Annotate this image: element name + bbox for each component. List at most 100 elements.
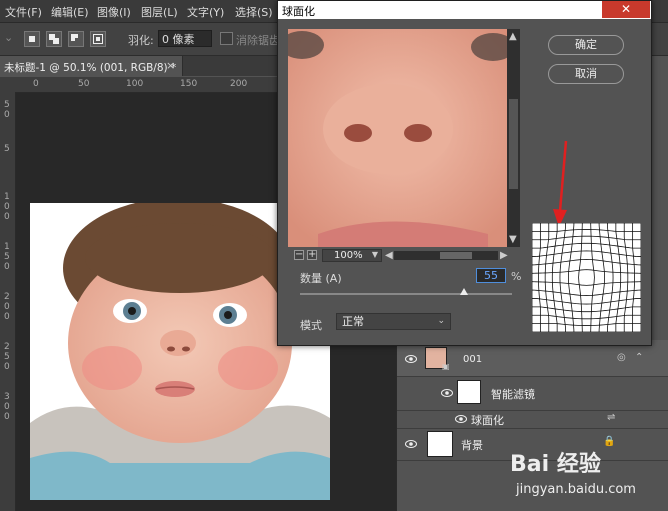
menu-edit[interactable]: 编辑(E) — [51, 4, 89, 20]
grid-line — [607, 223, 614, 332]
dialog-close-button[interactable]: ✕ — [602, 1, 650, 18]
filter-preview[interactable] — [288, 29, 508, 247]
smart-filter-icon: ◎ — [617, 352, 626, 363]
add-selection-button[interactable] — [46, 31, 62, 47]
scrollbar-thumb[interactable] — [440, 252, 472, 259]
layer-name: 背景 — [461, 439, 483, 452]
ruler-tick: 0 — [4, 212, 10, 222]
scroll-right-icon[interactable]: ▶ — [500, 250, 508, 261]
scroll-up-icon[interactable]: ▲ — [509, 31, 517, 42]
menu-image[interactable]: 图像(I) — [97, 4, 131, 20]
ruler-tick: 0 — [4, 262, 10, 272]
layer-name: 001 — [463, 354, 483, 365]
feather-input[interactable]: 0 像素 — [158, 30, 212, 47]
zoom-level[interactable]: 100% ▼ — [322, 249, 382, 262]
filter-options-icon[interactable]: ⇌ — [607, 412, 615, 423]
grid-line — [568, 222, 575, 333]
amount-label: 数量 (A) — [300, 272, 342, 285]
ruler-tick: 0 — [33, 79, 39, 89]
ruler-tick: 50 — [78, 79, 90, 89]
layer-row-smart-filters[interactable]: 智能滤镜 — [397, 376, 668, 411]
intersect-selection-button[interactable] — [90, 31, 106, 47]
new-selection-button[interactable] — [24, 31, 40, 47]
chevron-up-icon[interactable]: ⌃ — [635, 352, 643, 363]
grid-line — [538, 223, 541, 332]
document-tab[interactable]: 未标题-1 @ 50.1% (001, RGB/8) * × — [0, 56, 183, 76]
layer-name: 智能滤镜 — [491, 388, 535, 401]
ruler-tick: 150 — [180, 79, 198, 89]
baidu-watermark: Bai 经验 jingyan.baidu.com — [510, 438, 660, 508]
scroll-left-icon[interactable]: ◀ — [385, 250, 393, 261]
scroll-down-icon[interactable]: ▼ — [509, 234, 517, 245]
zoom-out-button[interactable]: − — [294, 250, 304, 260]
chevron-down-icon: ⌄ — [437, 316, 445, 326]
ruler-tick: 5 — [4, 100, 10, 110]
ruler-tick: 3 — [4, 392, 10, 402]
ruler-tick: 0 — [4, 312, 10, 322]
dialog-titlebar[interactable]: 球面化 ✕ — [278, 1, 651, 19]
amount-input[interactable]: 55 — [476, 268, 506, 283]
horizontal-ruler: 0 50 100 150 200 250 — [0, 77, 300, 93]
grid-line — [532, 323, 641, 326]
ruler-tick: 0 — [4, 412, 10, 422]
ruler-tick: 100 — [126, 79, 144, 89]
grid-line — [532, 250, 641, 257]
layer-thumbnail — [427, 431, 453, 457]
dialog-title: 球面化 — [282, 5, 315, 18]
smart-object-icon: ▣ — [442, 362, 450, 371]
eye-icon[interactable] — [455, 415, 467, 423]
preview-vertical-scrollbar[interactable]: ▲ ▼ — [507, 29, 520, 247]
mode-label: 模式 — [300, 319, 322, 332]
grid-line — [578, 222, 583, 333]
chevron-down-icon: ⌄ — [4, 31, 14, 44]
watermark-url: jingyan.baidu.com — [516, 482, 636, 497]
spherize-dialog: 球面化 ✕ ▲ ▼ − + 100% ▼ ◀ ▶ 数量 (A) 55 % 模式 … — [277, 0, 652, 346]
red-arrow-icon — [553, 140, 568, 227]
menu-select[interactable]: 选择(S) — [235, 4, 273, 20]
mode-select[interactable]: 正常 ⌄ — [336, 313, 451, 330]
ruler-tick: 5 — [4, 352, 10, 362]
ruler-tick: 5 — [4, 144, 10, 154]
antialias-checkbox[interactable] — [220, 32, 233, 45]
ruler-tick: 2 — [4, 292, 10, 302]
eye-icon[interactable] — [405, 355, 417, 363]
mode-select-value: 正常 — [342, 315, 364, 328]
grid-line — [531, 259, 642, 266]
grid-line — [532, 298, 641, 305]
ruler-tick: 5 — [4, 252, 10, 262]
eye-icon[interactable] — [441, 389, 453, 397]
scrollbar-thumb[interactable] — [509, 99, 518, 189]
grid-line — [559, 223, 566, 332]
eye-icon[interactable] — [405, 440, 417, 448]
document-tab-label: 未标题-1 @ 50.1% (001, RGB/8) * — [4, 62, 177, 74]
feather-label: 羽化: — [128, 34, 154, 47]
cancel-button[interactable]: 取消 — [548, 64, 624, 84]
layer-name: 球面化 — [471, 414, 504, 427]
close-icon[interactable]: × — [166, 59, 175, 72]
ok-button[interactable]: 确定 — [548, 35, 624, 55]
grid-line — [590, 222, 595, 333]
menu-file[interactable]: 文件(F) — [5, 4, 42, 20]
grid-line — [531, 289, 642, 296]
amount-slider-track[interactable] — [300, 293, 512, 295]
subtract-selection-button[interactable] — [68, 31, 84, 47]
close-icon: ✕ — [621, 2, 632, 16]
distortion-grid — [531, 222, 642, 333]
layer-row-spherize[interactable]: 球面化 ⇌ — [397, 410, 668, 429]
spherize-grid-preview — [531, 222, 642, 333]
menu-layer[interactable]: 图层(L) — [141, 4, 178, 20]
preview-horizontal-scrollbar[interactable] — [394, 251, 498, 260]
ruler-tick: 0 — [4, 302, 10, 312]
vertical-ruler: 5 0 5 1 0 0 1 5 0 2 0 0 2 5 0 3 0 0 — [0, 92, 16, 511]
zoom-in-button[interactable]: + — [307, 250, 317, 260]
menu-type[interactable]: 文字(Y) — [187, 4, 224, 20]
grid-line — [598, 222, 605, 333]
grid-line — [531, 269, 642, 274]
amount-slider-knob[interactable] — [460, 288, 469, 295]
document-tabbar: 未标题-1 @ 50.1% (001, RGB/8) * × — [0, 56, 300, 76]
amount-unit: % — [511, 270, 522, 283]
grid-line — [632, 223, 635, 332]
ruler-tick: 0 — [4, 110, 10, 120]
ruler-tick: 1 — [4, 192, 10, 202]
grid-line — [532, 229, 641, 232]
